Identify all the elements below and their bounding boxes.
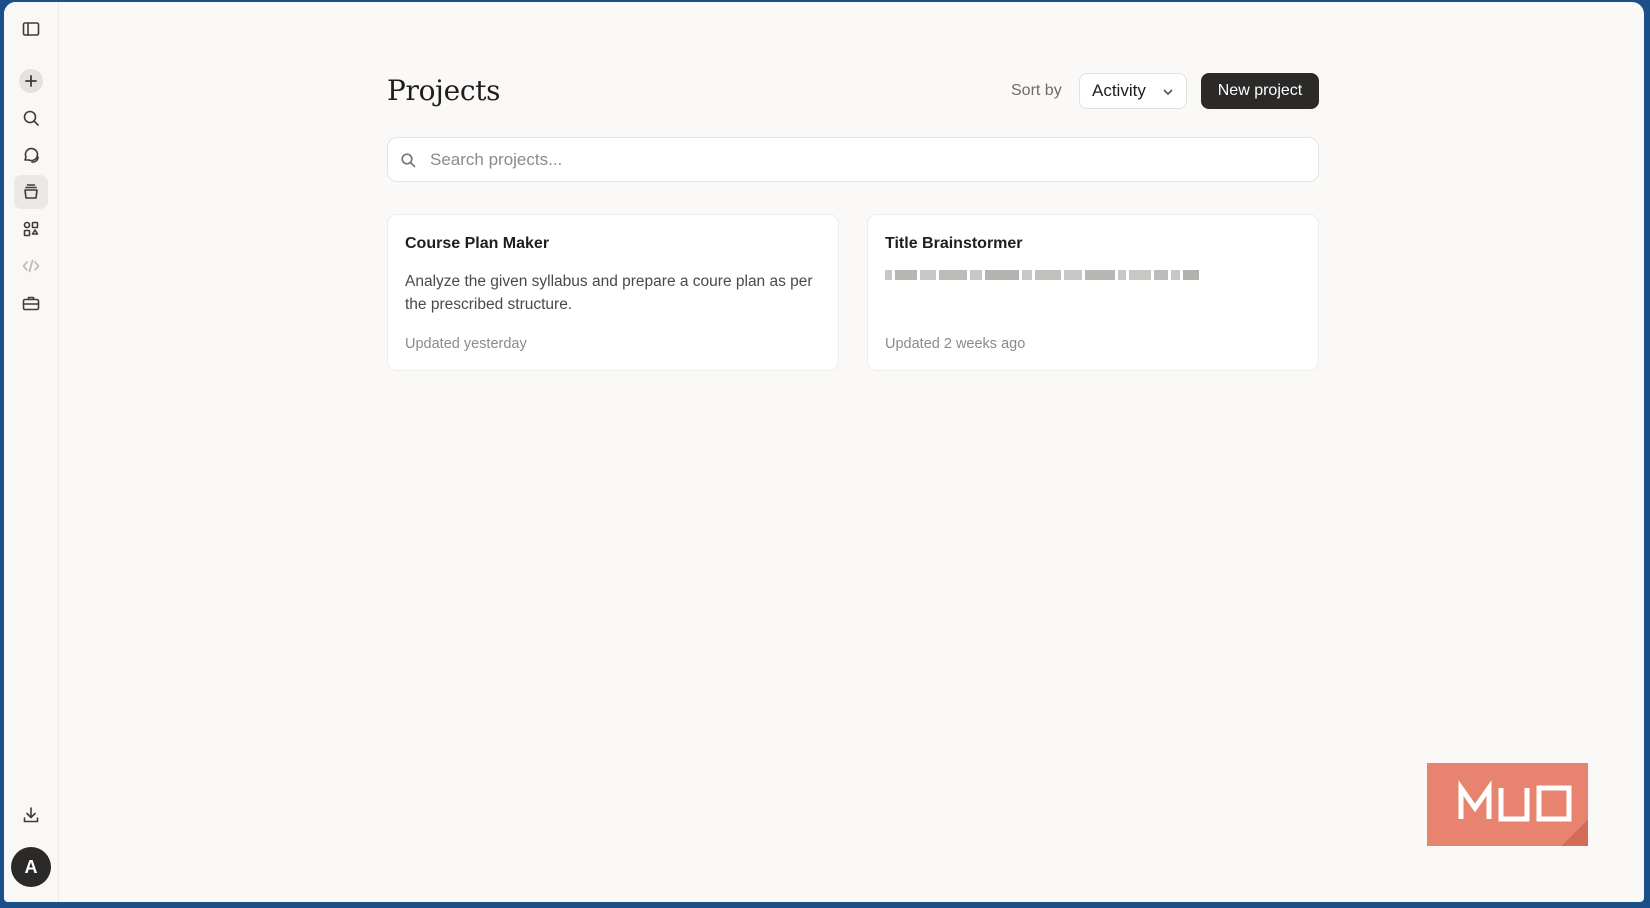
search-input[interactable] (430, 138, 1308, 181)
search-icon (400, 152, 417, 169)
project-card[interactable]: Course Plan Maker Analyze the given syll… (387, 214, 839, 371)
project-updated: Updated yesterday (405, 336, 527, 352)
chevron-down-icon (1163, 89, 1173, 96)
project-title: Title Brainstormer (885, 235, 1023, 252)
project-description-redacted (885, 270, 1301, 316)
artifacts-icon[interactable] (14, 212, 48, 246)
sidebar: A (4, 2, 59, 902)
new-chat-button[interactable] (14, 64, 48, 98)
project-card[interactable]: Title Brainstormer Updated 2 weeks ago (867, 214, 1319, 371)
toolbox-icon[interactable] (14, 286, 48, 320)
search-box (387, 137, 1319, 182)
project-updated: Updated 2 weeks ago (885, 336, 1026, 352)
project-title: Course Plan Maker (405, 235, 550, 252)
new-project-button[interactable]: New project (1201, 73, 1319, 109)
download-icon[interactable] (14, 798, 48, 832)
main-content: Projects Sort by Activity New project Co… (60, 2, 1644, 902)
muo-logo (1427, 763, 1588, 846)
app-window: A Projects Sort by Activity New project … (4, 2, 1644, 902)
search-icon[interactable] (14, 101, 48, 135)
sort-by-label: Sort by (1011, 82, 1062, 99)
code-icon[interactable] (14, 249, 48, 283)
plus-icon (19, 69, 43, 93)
sort-select[interactable]: Activity (1079, 73, 1187, 109)
redacted-text (885, 270, 1301, 280)
page-title: Projects (387, 74, 501, 107)
project-description: Analyze the given syllabus and prepare a… (405, 273, 813, 313)
sort-selected-value: Activity (1092, 81, 1146, 100)
chats-icon[interactable] (14, 138, 48, 172)
sidebar-toggle-icon[interactable] (14, 12, 48, 46)
avatar[interactable]: A (11, 847, 51, 887)
projects-icon[interactable] (14, 175, 48, 209)
